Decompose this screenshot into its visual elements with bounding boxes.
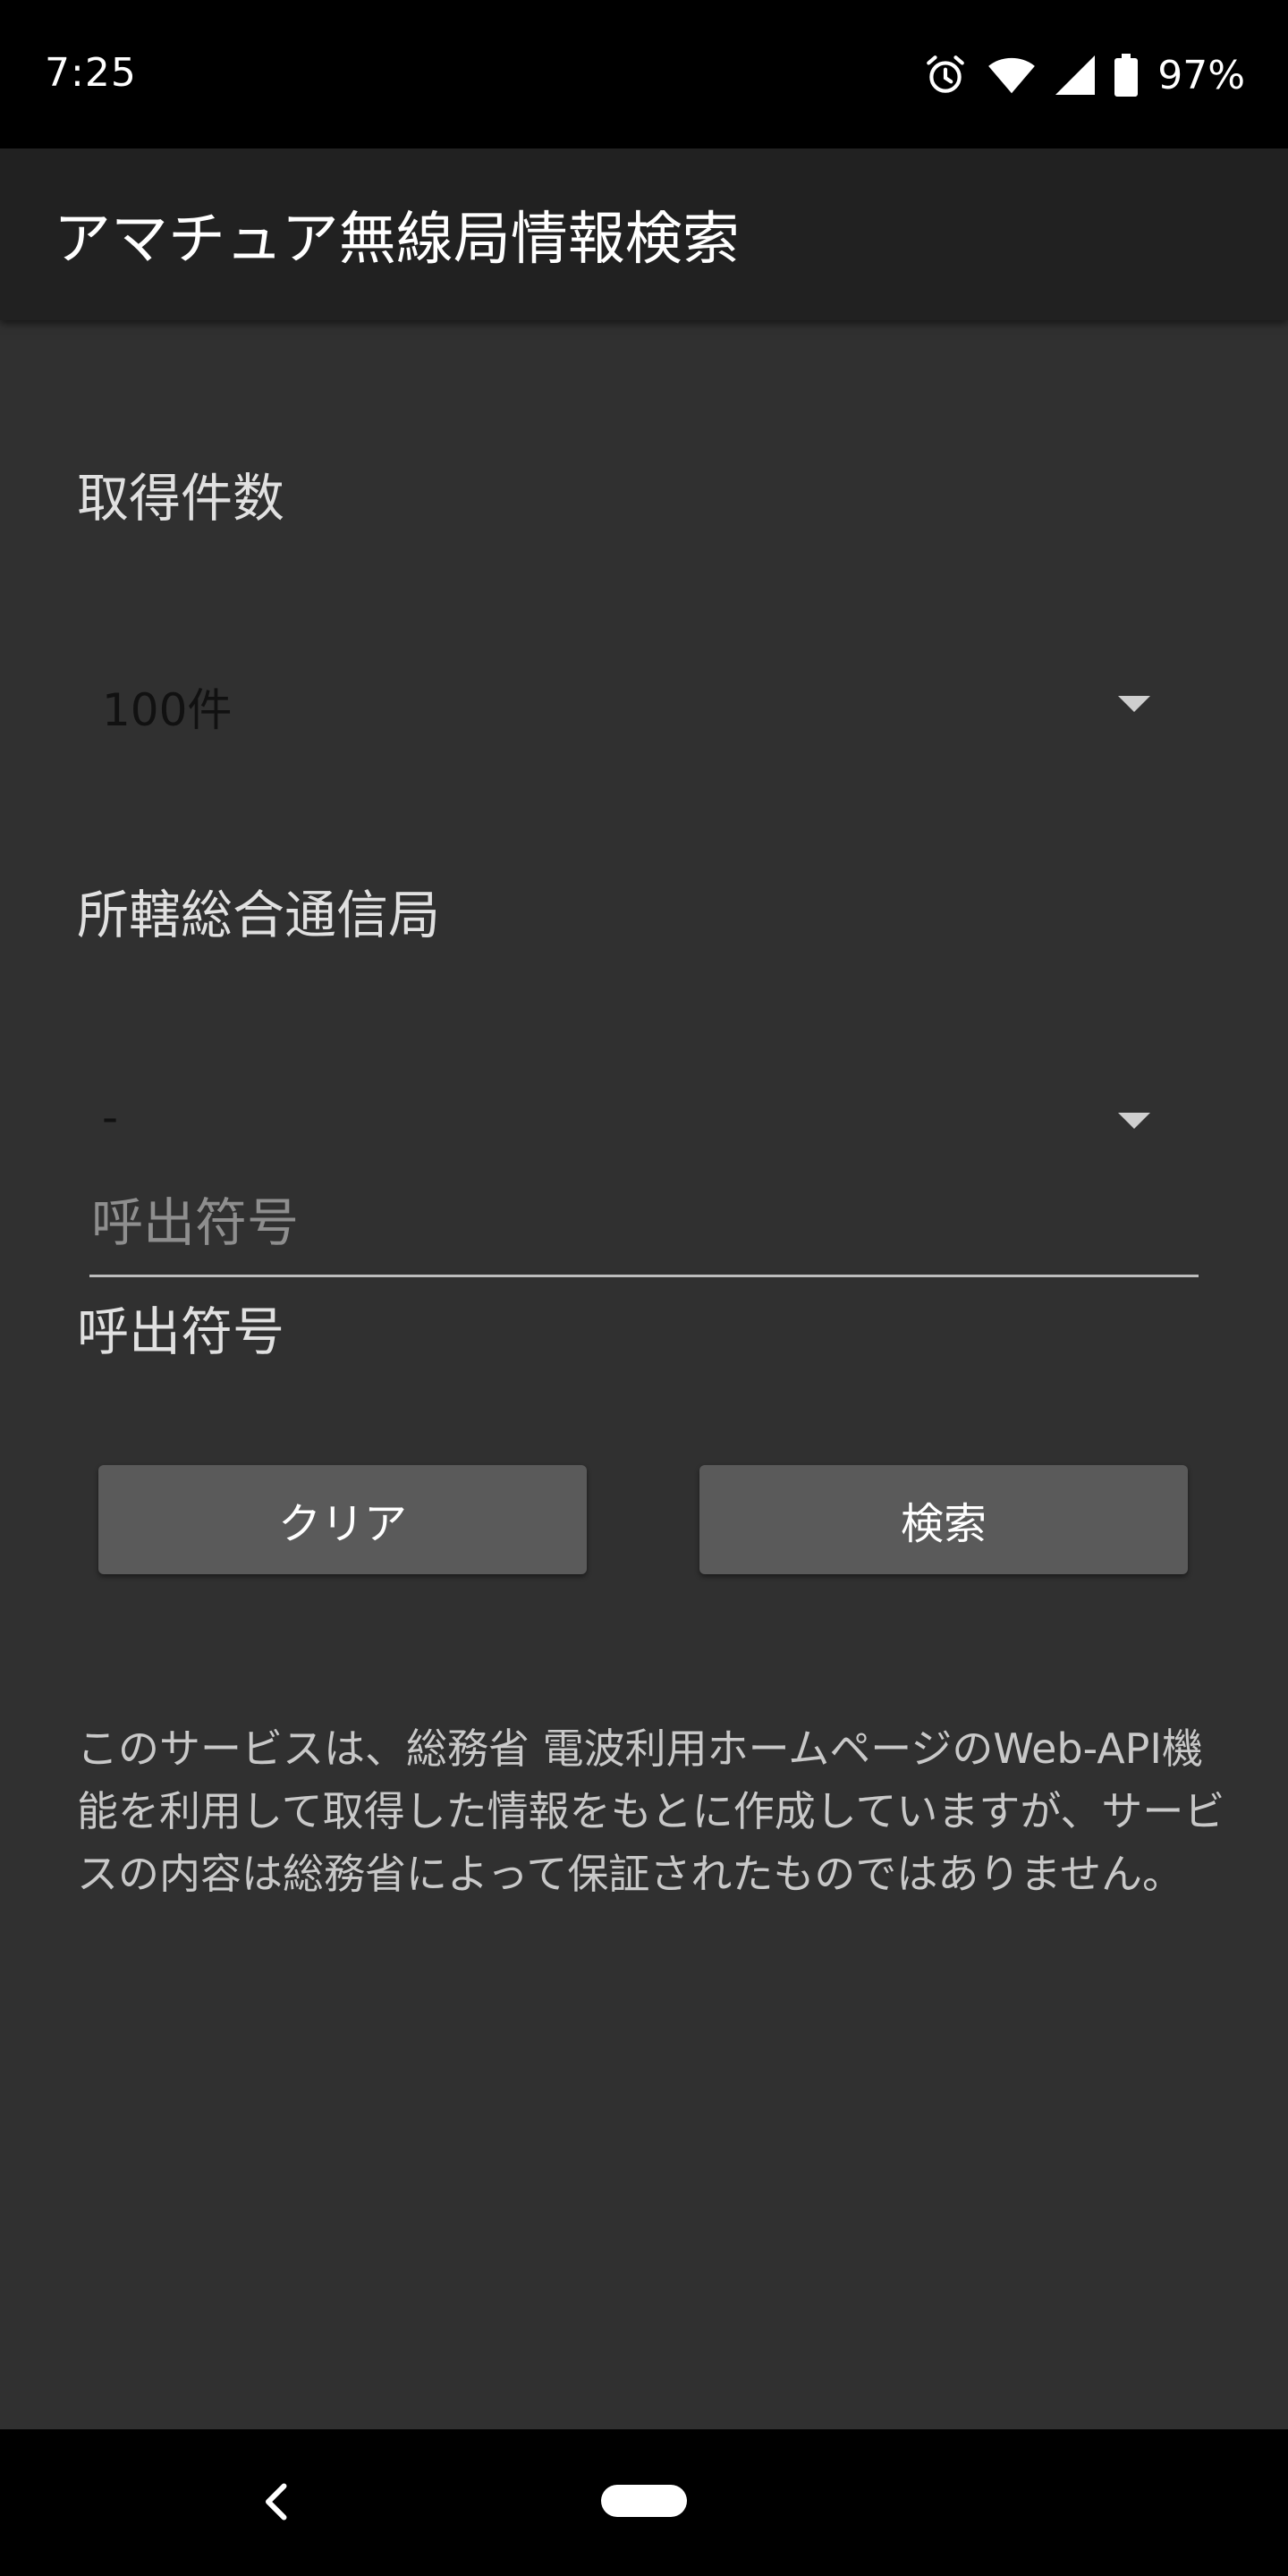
app-title: アマチュア無線局情報検索 [54,207,740,273]
home-pill-icon[interactable] [601,2485,687,2517]
alarm-icon [923,53,968,97]
status-time: 7:25 [45,50,137,96]
count-label: 取得件数 [77,468,285,529]
dropdown-arrow-icon [1118,696,1150,712]
bureau-label: 所轄総合通信局 [77,885,441,945]
app-bar: アマチュア無線局情報検索 [0,148,1288,320]
status-bar: 7:25 97% [0,0,1288,148]
navigation-bar [0,2429,1288,2576]
callsign-input[interactable] [89,1179,1199,1277]
main-content [0,320,1288,2429]
bureau-dropdown[interactable]: - [77,1064,1213,1172]
count-dropdown-value: 100件 [102,684,233,736]
wifi-icon [987,55,1036,96]
callsign-label: 呼出符号 [77,1301,285,1362]
count-dropdown[interactable]: 100件 [77,648,1213,755]
signal-icon [1055,55,1096,95]
clear-button[interactable]: クリア [98,1465,587,1574]
back-icon[interactable] [259,2479,295,2528]
battery-icon [1114,54,1139,97]
battery-percent: 97% [1157,52,1245,98]
bureau-dropdown-value: - [102,1091,119,1143]
search-button[interactable]: 検索 [699,1465,1188,1574]
status-icons: 97% [923,50,1245,100]
disclaimer-text: このサービスは、総務省 電波利用ホームページのWeb-API機能を利用して取得し… [77,1724,1225,1898]
dropdown-arrow-icon [1118,1113,1150,1129]
